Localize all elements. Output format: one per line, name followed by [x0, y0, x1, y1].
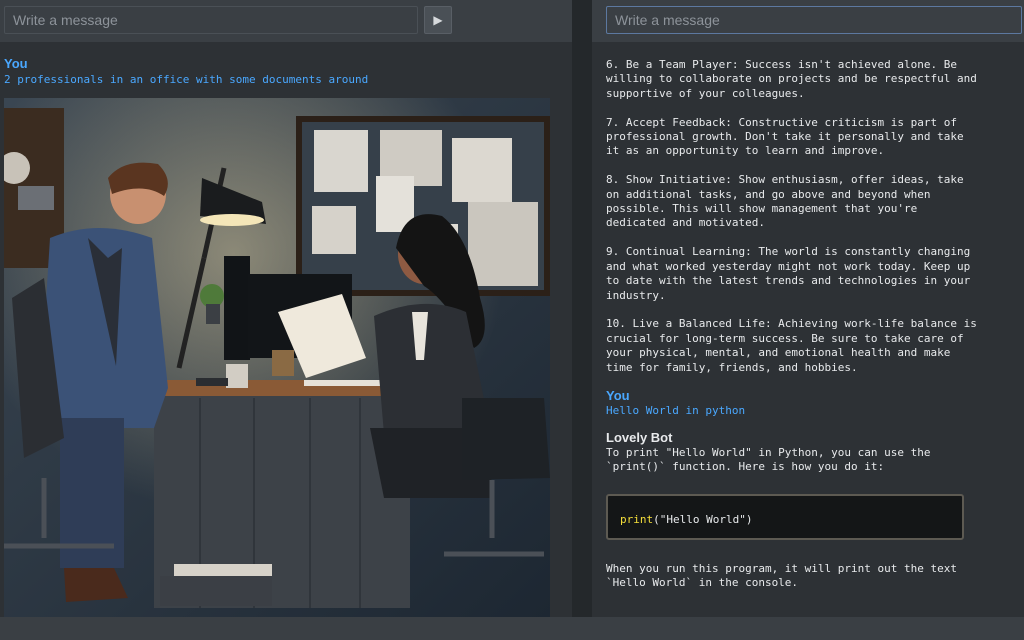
user-message-text: Hello World in python: [606, 404, 746, 417]
send-button[interactable]: ▶: [424, 6, 452, 34]
sender-label: You: [606, 388, 630, 403]
code-args: ("Hello World"): [653, 513, 753, 526]
user-message-text: 2 professionals in an office with some d…: [4, 73, 369, 86]
bot-intro-text: To print "Hello World" in Python, you ca…: [606, 446, 931, 474]
bot-outro: When you run this program, it will print…: [606, 562, 1016, 591]
right-chat-pane: 6. Be a Team Player: Success isn't achie…: [592, 0, 1024, 640]
right-message-input[interactable]: [606, 6, 1022, 34]
left-message-input[interactable]: [4, 6, 418, 34]
code-keyword: print: [620, 513, 654, 526]
bot-message-text: 6. Be a Team Player: Success isn't achie…: [606, 58, 977, 374]
bot-message-right: Lovely Bot To print "Hello World" in Pyt…: [606, 430, 1016, 475]
left-chat-pane: ▶ You 2 professionals in an office with …: [0, 0, 572, 640]
play-icon: ▶: [433, 13, 443, 27]
bot-outro-text: When you run this program, it will print…: [606, 562, 957, 590]
bot-sender-label: Lovely Bot: [606, 430, 673, 445]
user-message-left: You 2 professionals in an office with so…: [4, 56, 368, 87]
pane-divider[interactable]: [572, 0, 592, 640]
code-block[interactable]: print("Hello World"): [606, 494, 964, 540]
sender-label: You: [4, 56, 28, 71]
status-bar: [0, 617, 1024, 640]
right-input-bar: [592, 0, 1024, 42]
bot-response-tips: 6. Be a Team Player: Success isn't achie…: [606, 58, 1014, 375]
generated-office-image: [4, 98, 550, 617]
left-input-bar: ▶: [0, 0, 572, 42]
user-message-right: You Hello World in python: [606, 388, 745, 418]
